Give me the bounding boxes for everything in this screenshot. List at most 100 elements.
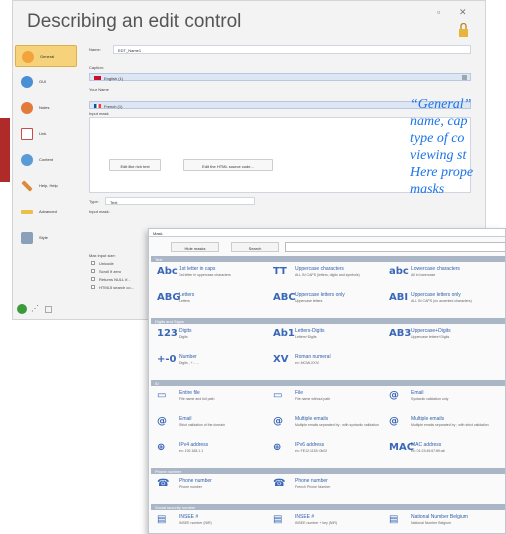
mask-item[interactable]: Abc 1st letter in caps 1st letter in upper…: [155, 264, 265, 292]
content-icon: [21, 154, 33, 166]
type-select[interactable]: Text: [105, 197, 255, 205]
mask-item[interactable]: ⊕ IPv6 address ex: FE12:1153::0b02: [271, 440, 381, 468]
mask-combo-value: Mask: [153, 231, 163, 236]
mask-combo[interactable]: Mask: [149, 229, 505, 237]
link-icon: [21, 128, 33, 140]
name-value: EDT_Name1: [118, 48, 142, 53]
share-icon[interactable]: ⋰: [31, 304, 39, 313]
mask-item[interactable]: abc Lowercase characters All in lowercase: [387, 264, 497, 292]
sidebar-item-style[interactable]: Style: [15, 227, 77, 249]
mask-name: Letters: [179, 292, 195, 298]
sidebar-item-notes[interactable]: Notes: [15, 97, 77, 119]
sidebar-item-content[interactable]: Content: [15, 149, 77, 171]
mask-search-input[interactable]: [285, 242, 505, 252]
mask-description: Multiple emails separated by ; with synt…: [295, 423, 379, 427]
mask-item[interactable]: +-0 Number Digits , + - ...: [155, 352, 265, 380]
help-circle-icon[interactable]: [17, 304, 27, 314]
mask-item[interactable]: Ab1 Letters-Digits Letters+Digits: [271, 326, 381, 354]
uk-flag-icon: [94, 76, 101, 80]
mask-name: Roman numeral: [295, 354, 331, 360]
unicode-checkbox[interactable]: [91, 261, 95, 265]
window-icon[interactable]: [45, 306, 52, 313]
scroll-checkbox[interactable]: [91, 269, 95, 273]
caption-line: name, cap: [410, 114, 468, 129]
input-mask-label: Input mask:: [89, 209, 110, 214]
search-button[interactable]: Search: [231, 242, 279, 252]
mask-item[interactable]: AB3 Uppercase+Digits Uppercase letters+Dig…: [387, 326, 497, 354]
mask-item[interactable]: XV Roman numeral ex: MCMLXXIV: [271, 352, 381, 380]
gui-icon: [21, 76, 33, 88]
mask-item[interactable]: ▭ File File name without path: [271, 388, 381, 416]
sidebar: General GUI Notes Link Content Help, Hel…: [15, 39, 77, 319]
mask-description: ex: MCMLXXIV: [295, 361, 319, 365]
mask-icon: @: [273, 416, 283, 427]
restore-icon[interactable]: ▫: [437, 7, 440, 17]
edit-html-source-button[interactable]: Edit the HTML source code...: [183, 159, 273, 171]
mask-icon: ABG: [157, 292, 181, 303]
mask-description: Uppercase letters: [295, 299, 323, 303]
translate-icon[interactable]: [462, 75, 467, 80]
mask-item[interactable]: ▤ INSEE # INSEE number (NIR): [155, 512, 265, 533]
mask-item[interactable]: TT Uppercase characters ALL IN CAPS (lette…: [271, 264, 381, 292]
mask-item[interactable]: MAC MAC address ex: 01:23:45:67:89:ab: [387, 440, 497, 468]
window-title: Describing an edit control: [27, 11, 242, 32]
hide-masks-button[interactable]: Hide masks: [171, 242, 219, 252]
mask-item[interactable]: ☎ Phone number Phone number: [155, 476, 265, 504]
mask-icon: ▭: [273, 390, 283, 401]
sidebar-item-help[interactable]: Help, Help: [15, 175, 77, 197]
mask-item[interactable]: @ Email Strict validation of the domain: [155, 414, 265, 442]
caption-line: Here prope: [410, 165, 474, 180]
mask-description: French Phone Number: [295, 485, 331, 489]
mask-icon: ABC: [273, 292, 296, 303]
mask-name: Digits: [179, 328, 192, 334]
sidebar-item-label: Notes: [39, 105, 50, 110]
mask-category-title: Digits and Signs: [155, 319, 184, 324]
mask-name: IPv6 address: [295, 442, 325, 448]
mask-item[interactable]: ABG Letters Letters: [155, 290, 265, 318]
general-icon: [22, 51, 34, 63]
type-label: Type:: [89, 199, 99, 204]
mask-item[interactable]: ☎ Phone number French Phone Number: [271, 476, 381, 504]
mask-description: Digits , + - ...: [179, 361, 199, 365]
sidebar-item-general[interactable]: General: [15, 45, 77, 67]
null-checkbox[interactable]: [91, 277, 95, 281]
sidebar-item-gui[interactable]: GUI: [15, 71, 77, 93]
mask-description: Uppercase letters+Digits: [411, 335, 450, 339]
caption-language-row[interactable]: English (1): [89, 73, 471, 81]
mask-description: ex: 192.168.1.1: [179, 449, 204, 453]
search-label: Search: [248, 246, 262, 251]
mask-item[interactable]: ▭ Entire file File name and full path: [155, 388, 265, 416]
sidebar-item-label: Style: [39, 235, 48, 240]
mask-item[interactable]: ⊕ IPv4 address ex: 192.168.1.1: [155, 440, 265, 468]
html5-search-checkbox[interactable]: [91, 285, 95, 289]
mask-icon: abc: [389, 266, 409, 277]
mask-item[interactable]: @ Multiple emails Multiple emails separate…: [271, 414, 381, 442]
sidebar-item-link[interactable]: Link: [15, 123, 77, 145]
tooltip-language: French (1): [104, 104, 123, 109]
mask-name: Email: [411, 390, 424, 396]
mask-item[interactable]: ABC Uppercase letters only Uppercase lette…: [271, 290, 381, 318]
title-bar: Describing an edit control ▫ ✕: [13, 1, 485, 39]
bottom-toolbar: ⋰: [15, 301, 77, 319]
sidebar-item-advanced[interactable]: Advanced: [15, 201, 77, 223]
mask-item[interactable]: @ Email Syntactic validation only: [387, 388, 497, 416]
style-icon: [21, 232, 33, 244]
close-icon[interactable]: ✕: [459, 7, 467, 18]
mask-item[interactable]: 123 Digits Digits: [155, 326, 265, 354]
mask-description: Digits: [179, 335, 188, 339]
mask-item[interactable]: ▤ INSEE # INSEE number + key (NIR): [271, 512, 381, 533]
mask-category-title: ID: [155, 381, 159, 386]
edit-rich-text-label: Edit like rich text: [120, 164, 150, 169]
mask-description: ex: FE12:1153::0b02: [295, 449, 328, 453]
mask-name: IPv4 address: [179, 442, 209, 448]
caption-line: “General”: [410, 97, 472, 112]
mask-name: MAC address: [411, 442, 442, 448]
mask-item[interactable]: ▤ National Number Belgium National Number …: [387, 512, 497, 533]
edit-rich-text-button[interactable]: Edit like rich text: [109, 159, 161, 171]
mask-icon: ▤: [273, 514, 283, 525]
mask-item[interactable]: ABI Uppercase letters only ALL IN CAPS (no…: [387, 290, 497, 318]
max-input-label: Max input size:: [89, 253, 116, 258]
mask-icon: ☎: [157, 478, 170, 489]
name-input[interactable]: EDT_Name1: [113, 45, 471, 54]
mask-item[interactable]: @ Multiple emails Multiple emails separate…: [387, 414, 497, 442]
